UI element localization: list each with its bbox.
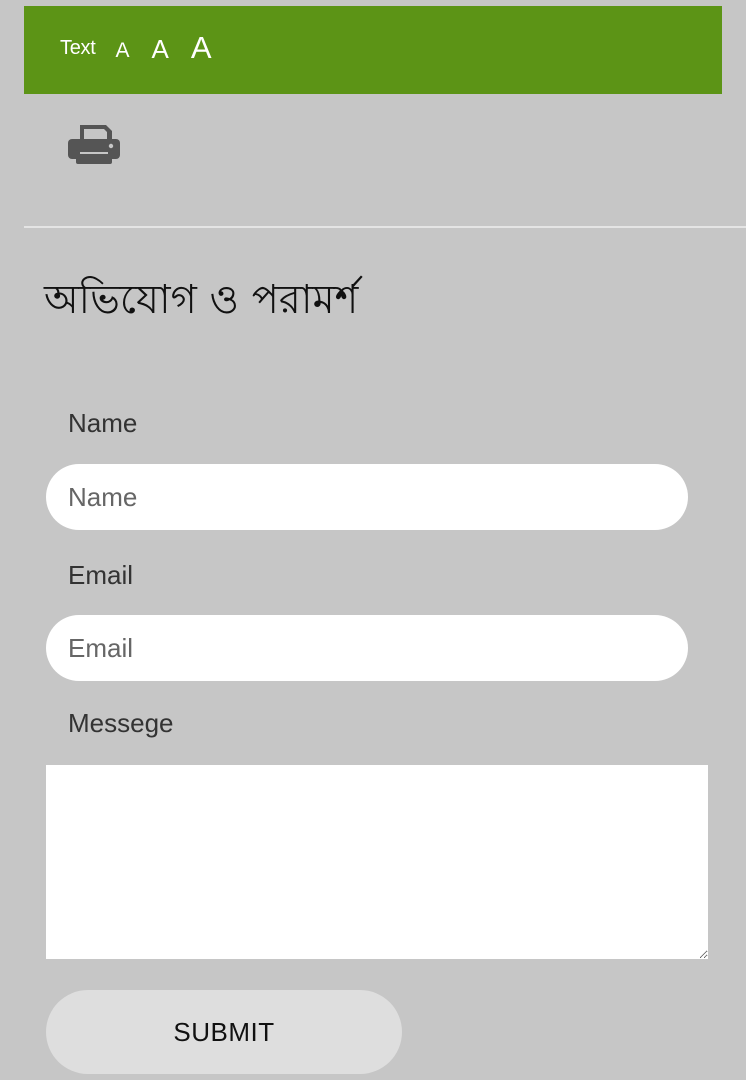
printer-icon	[68, 125, 120, 164]
email-label: Email	[68, 560, 134, 590]
name-label: Name	[68, 408, 138, 438]
message-textarea[interactable]	[46, 765, 708, 959]
text-size-large-button[interactable]: A	[191, 32, 212, 63]
text-size-label: Text	[60, 36, 96, 59]
divider	[24, 226, 746, 228]
print-button[interactable]	[66, 122, 122, 166]
message-label: Messege	[68, 708, 174, 738]
name-input[interactable]	[46, 464, 688, 530]
submit-button[interactable]: SUBMIT	[46, 990, 402, 1074]
email-input[interactable]	[46, 615, 688, 681]
page-title: অভিযোগ ও পরামর্শ	[44, 277, 359, 323]
text-size-small-button[interactable]: A	[115, 40, 129, 61]
text-size-medium-button[interactable]: A	[152, 36, 169, 62]
text-size-bar: Text A A A	[24, 6, 722, 94]
